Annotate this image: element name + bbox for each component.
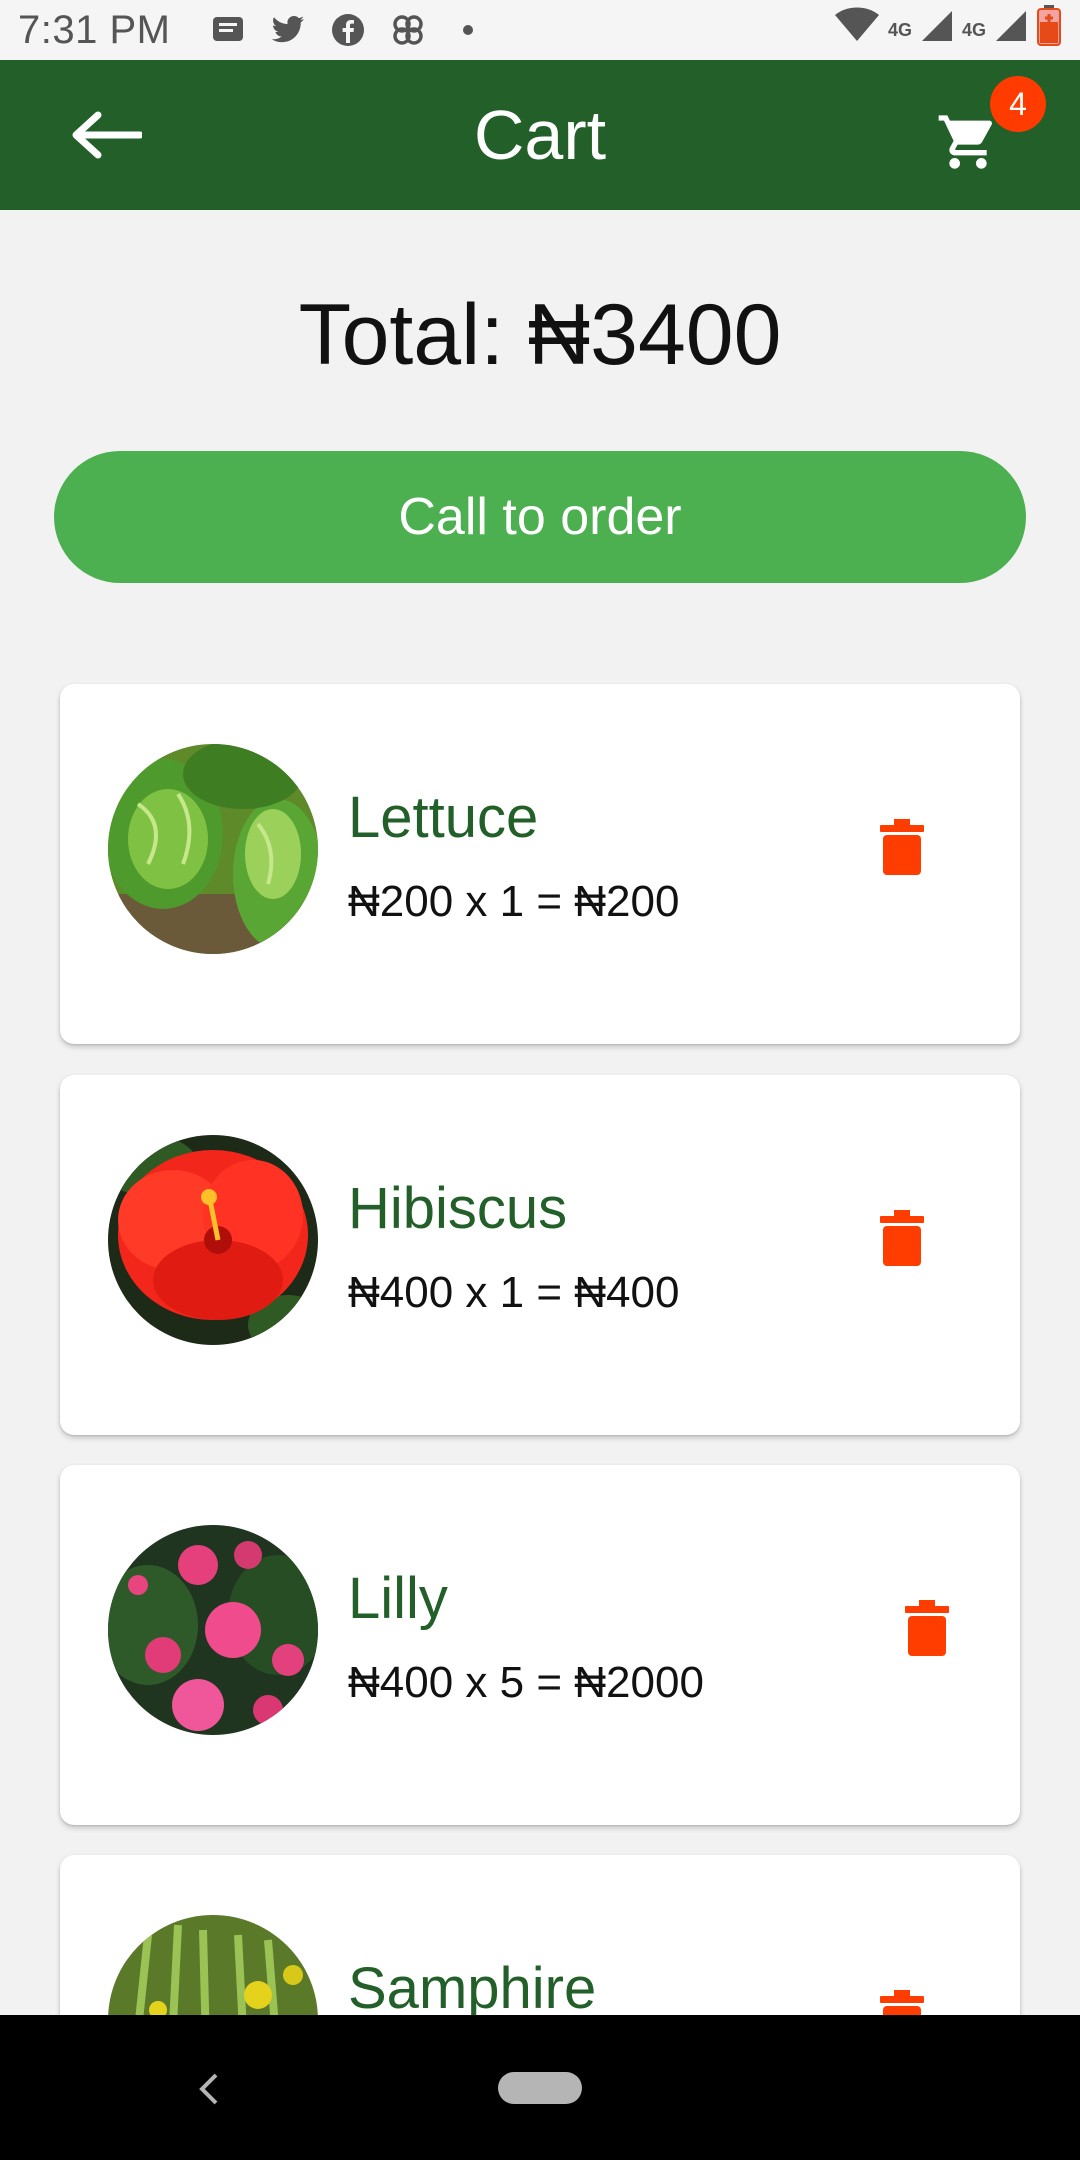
item-name: Hibiscus [348, 1176, 568, 1241]
lettuce-image [108, 744, 318, 954]
cart-item-card: Lettuce ₦200 x 1 = ₦200 [60, 684, 1020, 1044]
chevron-left-icon [199, 2073, 218, 2105]
nav-back-button[interactable] [188, 2065, 228, 2113]
cart-item-card: Hibiscus ₦400 x 1 = ₦400 [60, 1075, 1020, 1435]
item-name: Samphire [348, 1956, 597, 2015]
nav-home-button[interactable] [498, 2072, 582, 2104]
trash-icon [880, 1210, 924, 1266]
trash-icon [880, 1990, 924, 2015]
delete-button[interactable] [872, 1983, 932, 2015]
delete-button[interactable] [872, 1203, 932, 1273]
item-name: Lettuce [348, 785, 539, 850]
item-price: ₦400 x 5 = ₦2000 [348, 1658, 704, 1707]
item-name: Lilly [348, 1566, 448, 1631]
lilly-image [108, 1525, 318, 1735]
hibiscus-image [108, 1135, 318, 1345]
delete-button[interactable] [872, 812, 932, 882]
cart-item-card: Samphire [60, 1855, 1020, 2015]
cart-screen: 7:31 PM 4G 4G Cart 4 Total: ₦3400 Call t… [0, 0, 1080, 2160]
delete-button[interactable] [897, 1593, 957, 1663]
system-nav-bar [0, 2015, 1080, 2160]
cart-list: Lettuce ₦200 x 1 = ₦200 Hibiscus ₦400 x … [0, 0, 1080, 2015]
samphire-image [108, 1915, 318, 2015]
item-price: ₦200 x 1 = ₦200 [348, 877, 680, 926]
item-price: ₦400 x 1 = ₦400 [348, 1268, 680, 1317]
trash-icon [905, 1600, 949, 1656]
trash-icon [880, 819, 924, 875]
cart-item-card: Lilly ₦400 x 5 = ₦2000 [60, 1465, 1020, 1825]
